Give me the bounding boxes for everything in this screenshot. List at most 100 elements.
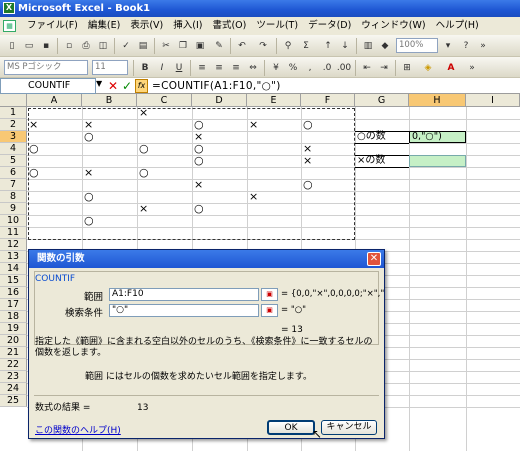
autosum-icon[interactable]: Σ	[298, 38, 314, 54]
increase-decimal-icon[interactable]: .0	[319, 60, 335, 76]
format-painter-icon[interactable]: ✎	[211, 38, 227, 54]
fill-color-icon[interactable]: ◈	[420, 60, 436, 76]
align-right-icon[interactable]: ≡	[228, 60, 244, 76]
column-header-h[interactable]: H	[409, 94, 466, 107]
row-header-21[interactable]: 21	[0, 347, 27, 359]
menu-file[interactable]: ファイル(F)	[22, 17, 83, 35]
row-header-14[interactable]: 14	[0, 263, 27, 275]
enter-icon[interactable]: ✓	[122, 78, 132, 94]
menu-format[interactable]: 書式(O)	[207, 17, 251, 35]
column-header-i[interactable]: I	[466, 94, 520, 107]
column-header-a[interactable]: A	[27, 94, 82, 107]
row-header-24[interactable]: 24	[0, 383, 27, 395]
decrease-decimal-icon[interactable]: .00	[336, 60, 352, 76]
cut-icon[interactable]: ✂	[158, 38, 174, 54]
criteria-collapse-icon[interactable]: ▣	[261, 304, 278, 317]
comma-icon[interactable]: ,	[302, 60, 318, 76]
workbook-icon[interactable]: ▦	[3, 20, 16, 32]
name-box-dropdown-icon[interactable]: ▼	[96, 79, 102, 88]
increase-indent-icon[interactable]: ⇥	[376, 60, 392, 76]
row-header-22[interactable]: 22	[0, 359, 27, 371]
menu-edit[interactable]: 編集(E)	[83, 17, 125, 35]
font-color-icon[interactable]: A	[443, 60, 459, 76]
row-header-4[interactable]: 4	[0, 143, 27, 155]
row-header-25[interactable]: 25	[0, 395, 27, 407]
range-input[interactable]: A1:F10	[109, 288, 259, 301]
print-icon[interactable]: ⎙	[78, 38, 94, 54]
insert-function-icon[interactable]: fx	[135, 79, 148, 93]
row-header-13[interactable]: 13	[0, 251, 27, 263]
open-icon[interactable]: ▭	[21, 38, 37, 54]
range-collapse-icon[interactable]: ▣	[261, 288, 278, 301]
name-box[interactable]: COUNTIF	[0, 78, 96, 94]
formula-input[interactable]: =COUNTIF(A1:F10,"○")	[152, 78, 281, 94]
undo-icon[interactable]: ↶	[234, 38, 250, 54]
font-name-select[interactable]: MS Pゴシック	[4, 60, 88, 75]
cancel-button[interactable]: キャンセル	[321, 420, 377, 435]
function-help-link[interactable]: この関数のヘルプ(H)	[35, 423, 121, 436]
cell-h5[interactable]	[409, 155, 466, 167]
row-header-1[interactable]: 1	[0, 107, 27, 119]
underline-icon[interactable]: U	[171, 60, 187, 76]
redo-icon[interactable]: ↷	[255, 38, 271, 54]
row-header-2[interactable]: 2	[0, 119, 27, 131]
row-header-23[interactable]: 23	[0, 371, 27, 383]
zoom-dropdown-icon[interactable]: ▾	[440, 38, 456, 54]
row-header-7[interactable]: 7	[0, 179, 27, 191]
criteria-input[interactable]: "○"	[109, 304, 259, 317]
percent-icon[interactable]: %	[285, 60, 301, 76]
help-icon[interactable]: ?	[458, 38, 474, 54]
spelling-icon[interactable]: ✓	[118, 38, 134, 54]
chart-wizard-icon[interactable]: ▥	[360, 38, 376, 54]
menu-tools[interactable]: ツール(T)	[251, 17, 303, 35]
align-left-icon[interactable]: ≡	[194, 60, 210, 76]
copy-icon[interactable]: ❐	[175, 38, 191, 54]
borders-icon[interactable]: ⊞	[399, 60, 415, 76]
row-header-5[interactable]: 5	[0, 155, 27, 167]
decrease-indent-icon[interactable]: ⇤	[359, 60, 375, 76]
ok-button[interactable]: OK	[267, 420, 315, 435]
row-header-3[interactable]: 3	[0, 131, 27, 143]
dialog-title[interactable]: 関数の引数	[29, 250, 384, 268]
hyperlink-icon[interactable]: ⚲	[280, 38, 296, 54]
sort-descending-icon[interactable]: ↓	[337, 38, 353, 54]
toolbar-options-icon[interactable]: »	[475, 38, 491, 54]
menu-view[interactable]: 表示(V)	[125, 17, 168, 35]
research-icon[interactable]: ▤	[135, 38, 151, 54]
zoom-select[interactable]: 100%	[396, 38, 438, 53]
save-icon[interactable]: ▪	[38, 38, 54, 54]
column-header-g[interactable]: G	[355, 94, 409, 107]
cell-g3[interactable]: ○の数	[355, 131, 386, 143]
align-center-icon[interactable]: ≡	[211, 60, 227, 76]
print-preview-icon[interactable]: ◫	[95, 38, 111, 54]
toolbar-options-icon[interactable]: »	[464, 60, 480, 76]
drawing-icon[interactable]: ◆	[377, 38, 393, 54]
column-header-b[interactable]: B	[82, 94, 137, 107]
menu-data[interactable]: データ(D)	[303, 17, 356, 35]
row-header-12[interactable]: 12	[0, 239, 27, 251]
font-size-select[interactable]: 11	[92, 60, 128, 75]
cancel-icon[interactable]: ✕	[108, 78, 118, 94]
close-icon[interactable]: ✕	[367, 252, 381, 266]
permission-icon[interactable]: ▫	[61, 38, 77, 54]
cell-h3-active[interactable]: 0,"○")	[409, 131, 466, 143]
currency-icon[interactable]: ¥	[268, 60, 284, 76]
merge-center-icon[interactable]: ⇔	[245, 60, 261, 76]
row-header-16[interactable]: 16	[0, 287, 27, 299]
paste-icon[interactable]: ▣	[192, 38, 208, 54]
row-header-20[interactable]: 20	[0, 335, 27, 347]
row-header-11[interactable]: 11	[0, 227, 27, 239]
select-all-corner[interactable]	[0, 94, 27, 107]
row-header-6[interactable]: 6	[0, 167, 27, 179]
column-header-e[interactable]: E	[247, 94, 301, 107]
row-header-18[interactable]: 18	[0, 311, 27, 323]
row-header-19[interactable]: 19	[0, 323, 27, 335]
italic-icon[interactable]: I	[154, 60, 170, 76]
menu-window[interactable]: ウィンドウ(W)	[356, 17, 430, 35]
row-header-17[interactable]: 17	[0, 299, 27, 311]
bold-icon[interactable]: B	[137, 60, 153, 76]
column-header-f[interactable]: F	[301, 94, 355, 107]
row-header-15[interactable]: 15	[0, 275, 27, 287]
menu-insert[interactable]: 挿入(I)	[168, 17, 207, 35]
cell-g5[interactable]: ×の数	[355, 155, 385, 167]
